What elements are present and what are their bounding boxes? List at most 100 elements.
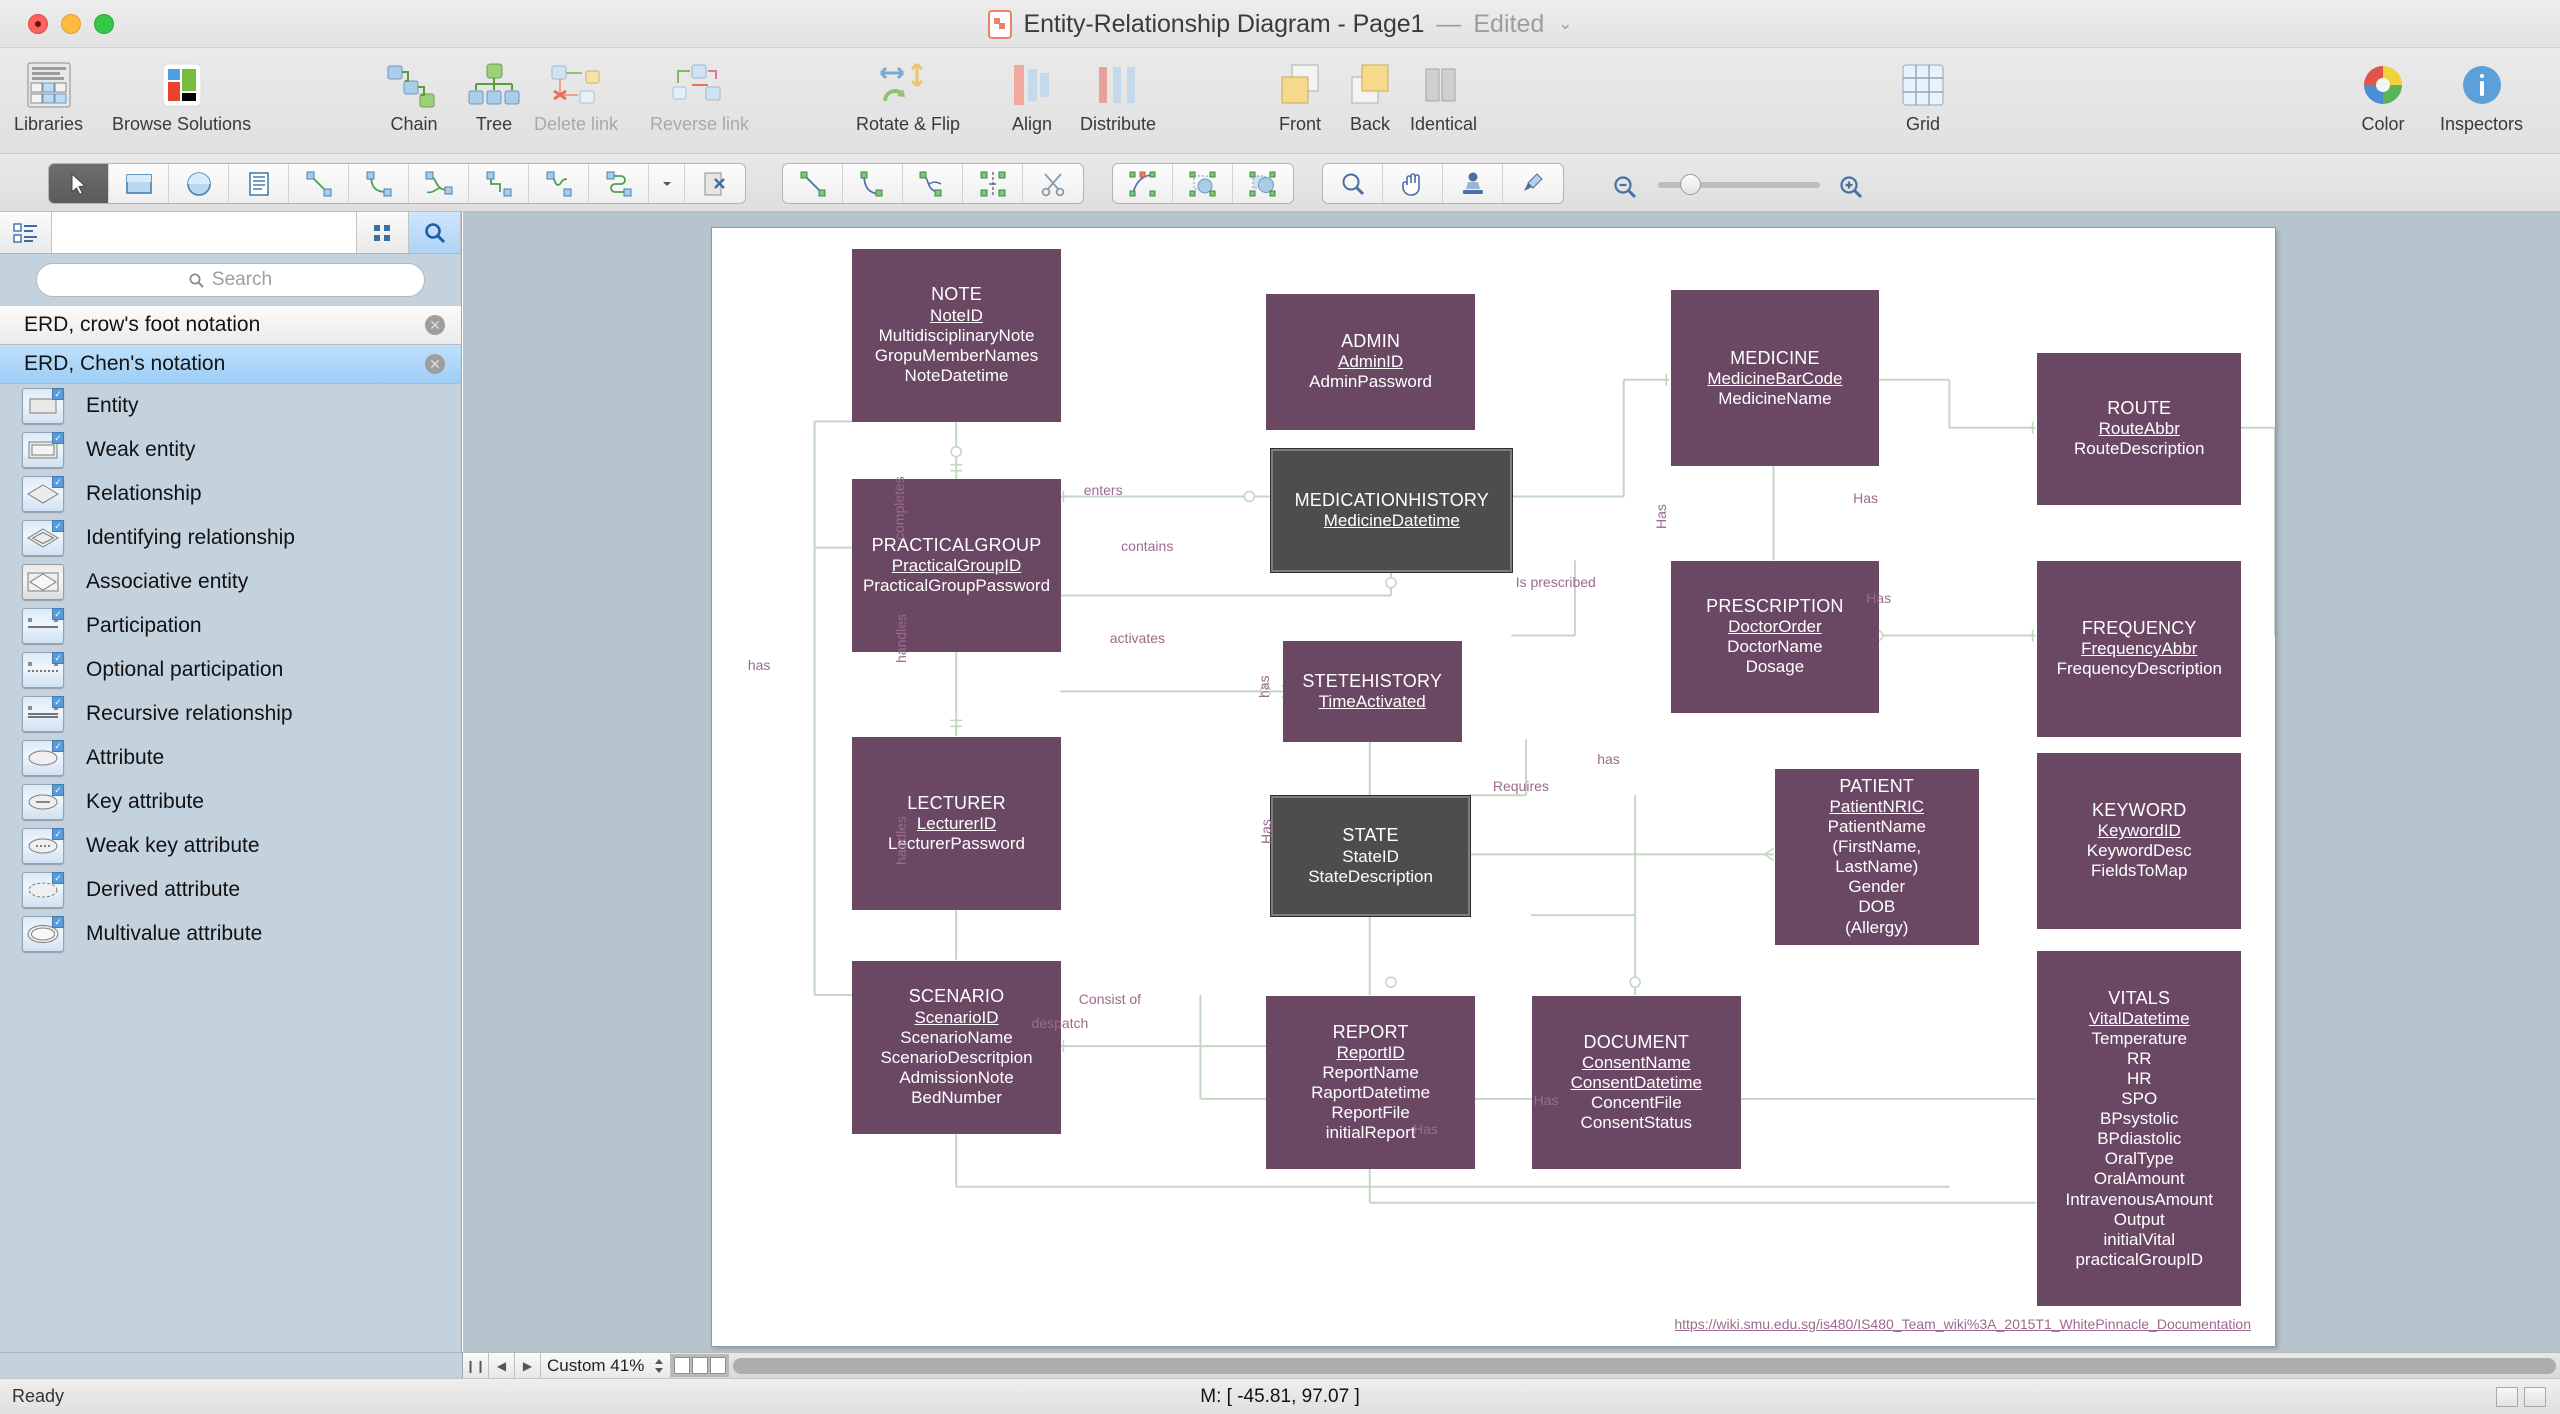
- page-view-button[interactable]: [674, 1357, 691, 1374]
- sidebar-item-weak-entity[interactable]: Weak entity: [0, 428, 461, 472]
- sidebar-item-optional-participation[interactable]: Optional participation: [0, 648, 461, 692]
- rectangle-tool-icon[interactable]: [109, 164, 169, 203]
- chevron-down-icon[interactable]: ⌄: [1558, 14, 1572, 34]
- sidebar-item-attribute[interactable]: Attribute: [0, 736, 461, 780]
- scissors-tool-icon[interactable]: [1023, 164, 1083, 203]
- ribbon-button-libraries[interactable]: Libraries: [14, 54, 83, 135]
- page-view-buttons[interactable]: [671, 1354, 730, 1377]
- scroll-left-button[interactable]: ◀: [489, 1353, 515, 1378]
- ribbon-button-color[interactable]: Color: [2360, 54, 2406, 135]
- erd-entity-report[interactable]: REPORT ReportID ReportName RaportDatetime Re…: [1266, 996, 1475, 1169]
- zoom-in-icon[interactable]: [1838, 174, 1866, 205]
- subtract-shapes-icon[interactable]: [1173, 164, 1233, 203]
- ribbon-button-reverse-link[interactable]: Reverse link: [650, 54, 749, 135]
- line-tool-icon[interactable]: [783, 164, 843, 203]
- ellipse-tool-icon[interactable]: [169, 164, 229, 203]
- erd-entity-scenario[interactable]: SCENARIO ScenarioID ScenarioName ScenarioDe…: [852, 960, 1061, 1134]
- ribbon-button-tree[interactable]: Tree: [466, 54, 522, 135]
- sidebar-path-field[interactable]: [52, 212, 357, 253]
- erd-entity-note[interactable]: NOTE NoteID MultidisciplinaryNote GropuMemb…: [852, 248, 1061, 422]
- mirror-tool-icon[interactable]: [963, 164, 1023, 203]
- erd-entity-medicine[interactable]: MEDICINE MedicineBarCode MedicineName: [1670, 290, 1880, 467]
- status-view-button[interactable]: [2524, 1386, 2546, 1407]
- diagram-page[interactable]: NOTE NoteID MultidisciplinaryNote GropuMemb…: [711, 227, 2276, 1347]
- stamp-tool-icon[interactable]: [1443, 164, 1503, 203]
- ribbon-button-align[interactable]: Align: [1010, 54, 1054, 135]
- rounded-connector-icon[interactable]: [589, 164, 649, 203]
- erd-entity-practicalgroup[interactable]: PRACTICALGROUP PracticalGroupID PracticalG…: [852, 479, 1061, 652]
- straight-connector-icon[interactable]: [289, 164, 349, 203]
- ribbon-button-inspectors[interactable]: Inspectors: [2440, 54, 2523, 135]
- close-icon[interactable]: ✕: [425, 354, 445, 374]
- sidebar-item-identifying-relationship[interactable]: Identifying relationship: [0, 516, 461, 560]
- sidebar-item-key-attribute[interactable]: Key attribute: [0, 780, 461, 824]
- documentation-link[interactable]: https://wiki.smu.edu.sg/is480/IS480_Team…: [1674, 1316, 2251, 1332]
- sidebar-item-recursive-relationship[interactable]: Recursive relationship: [0, 692, 461, 736]
- sidebar-item-participation[interactable]: Participation: [0, 604, 461, 648]
- sidebar-section-chens[interactable]: ERD, Chen's notation ✕: [0, 345, 461, 384]
- eyedropper-tool-icon[interactable]: [1503, 164, 1563, 203]
- ribbon-button-front[interactable]: Front: [1278, 54, 1322, 135]
- arc-tool-icon[interactable]: [843, 164, 903, 203]
- delete-connector-icon[interactable]: [685, 164, 745, 203]
- page-view-button[interactable]: [710, 1357, 727, 1374]
- hand-tool-icon[interactable]: [1383, 164, 1443, 203]
- bezier-tool-icon[interactable]: [903, 164, 963, 203]
- horizontal-scrollbar-row[interactable]: ❙❙ ◀ ▶ Custom 41%: [463, 1352, 2560, 1378]
- erd-entity-keyword[interactable]: KEYWORD KeywordID KeywordDesc FieldsToMap: [2037, 752, 2242, 929]
- text-tool-icon[interactable]: [229, 164, 289, 203]
- ribbon-button-delete-link[interactable]: Delete link: [534, 54, 618, 135]
- sidebar-section-crows-foot[interactable]: ERD, crow's foot notation ✕: [0, 306, 461, 345]
- shape-checked-badge: [52, 740, 64, 752]
- search-view-icon[interactable]: [409, 212, 461, 253]
- erd-entity-route[interactable]: ROUTE RouteAbbr RouteDescription: [2037, 352, 2242, 505]
- status-view-button[interactable]: [2496, 1386, 2518, 1407]
- arc-connector-icon[interactable]: [529, 164, 589, 203]
- zoom-level-select[interactable]: Custom 41%: [541, 1353, 672, 1378]
- join-shapes-icon[interactable]: [1113, 164, 1173, 203]
- ribbon-button-rotate-flip[interactable]: Rotate & Flip: [856, 54, 960, 135]
- right-angle-connector-icon[interactable]: [469, 164, 529, 203]
- ribbon-button-grid[interactable]: Grid: [1900, 54, 1946, 135]
- connector-dropdown-icon[interactable]: [649, 164, 685, 203]
- sidebar-item-derived-attribute[interactable]: Derived attribute: [0, 868, 461, 912]
- horizontal-scroll-track[interactable]: [733, 1357, 2556, 1374]
- sidebar-item-entity[interactable]: Entity: [0, 384, 461, 428]
- erd-entity-state[interactable]: STATE StateID StateDescription: [1270, 795, 1472, 917]
- page-view-button[interactable]: [692, 1357, 709, 1374]
- erd-entity-lecturer[interactable]: LECTURER LecturerID LecturerPassword: [852, 736, 1061, 910]
- sidebar-item-multivalue-attribute[interactable]: Multivalue attribute: [0, 912, 461, 956]
- pause-icon[interactable]: ❙❙: [463, 1353, 489, 1378]
- ribbon-button-distribute[interactable]: Distribute: [1080, 54, 1156, 135]
- canvas-area[interactable]: NOTE NoteID MultidisciplinaryNote GropuMemb…: [463, 212, 2560, 1352]
- erd-entity-document[interactable]: DOCUMENT ConsentName ConsentDatetime Concen…: [1531, 996, 1741, 1169]
- ribbon-button-back[interactable]: Back: [1348, 54, 1392, 135]
- ribbon-button-chain[interactable]: Chain: [386, 54, 442, 135]
- zoom-tool-icon[interactable]: [1323, 164, 1383, 203]
- erd-entity-stetehistory[interactable]: STETEHISTORY TimeActivated: [1282, 640, 1462, 742]
- ribbon-button-identical[interactable]: Identical: [1410, 54, 1477, 135]
- smart-connector-icon[interactable]: [409, 164, 469, 203]
- sidebar-item-relationship[interactable]: Relationship: [0, 472, 461, 516]
- erd-entity-admin[interactable]: ADMIN AdminID AdminPassword: [1266, 293, 1475, 430]
- grid-view-icon[interactable]: [357, 212, 409, 253]
- ribbon-button-browse-solutions[interactable]: Browse Solutions: [112, 54, 251, 135]
- zoom-out-icon[interactable]: [1612, 174, 1640, 205]
- sidebar-item-associative-entity[interactable]: Associative entity: [0, 560, 461, 604]
- zoom-slider-thumb[interactable]: [1680, 174, 1701, 195]
- erd-entity-frequency[interactable]: FREQUENCY FrequencyAbbr FrequencyDescripti…: [2037, 560, 2242, 737]
- sidebar-item-weak-key-attribute[interactable]: Weak key attribute: [0, 824, 461, 868]
- close-icon[interactable]: ✕: [425, 315, 445, 335]
- scroll-right-button[interactable]: ▶: [515, 1353, 541, 1378]
- erd-entity-vitals[interactable]: VITALS VitalDatetime Temperature RR HR SPO BPs…: [2037, 951, 2242, 1307]
- erd-entity-medicationhistory[interactable]: MEDICATIONHISTORY MedicineDatetime: [1270, 447, 1514, 573]
- status-view-buttons[interactable]: [2496, 1386, 2546, 1407]
- outline-view-icon[interactable]: [0, 212, 52, 253]
- curved-connector-icon[interactable]: [349, 164, 409, 203]
- erd-entity-patient[interactable]: PATIENT PatientNRIC PatientName (FirstName,…: [1774, 768, 1979, 945]
- erd-entity-prescription[interactable]: PRESCRIPTION DoctorOrder DoctorName Dosage: [1670, 560, 1880, 713]
- pointer-tool-icon[interactable]: [49, 164, 109, 203]
- union-shapes-icon[interactable]: [1233, 164, 1293, 203]
- zoom-slider-track[interactable]: [1658, 174, 1820, 195]
- search-input[interactable]: Search: [36, 263, 425, 297]
